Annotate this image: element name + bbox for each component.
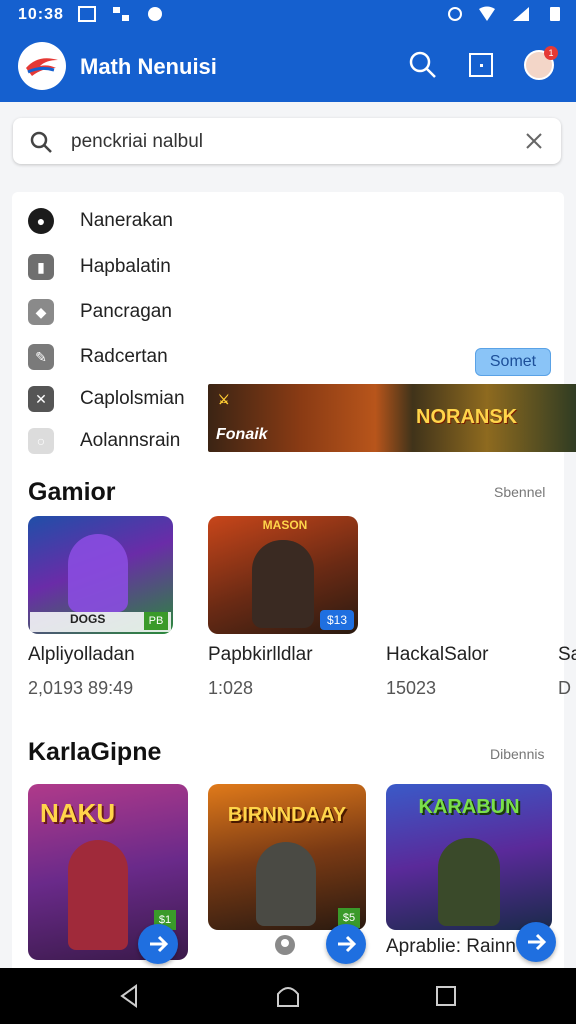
game-sub: 15023	[386, 678, 437, 698]
notification-badge: 1	[544, 46, 558, 60]
thumbnail-caption: NAKU	[40, 798, 116, 828]
game-sub: 1:028	[208, 678, 254, 698]
chat-bubble-icon: ●	[28, 208, 54, 234]
banner-logo: ⚔	[218, 392, 230, 407]
back-icon[interactable]	[116, 982, 144, 1010]
image-icon	[78, 6, 96, 22]
promo-banner[interactable]: ⚔ Fonaik NORANSK	[208, 384, 576, 452]
game-thumbnail: MASON $13	[208, 516, 358, 634]
status-time: 10:38	[18, 6, 64, 23]
menu-item-1[interactable]: ● Nanerakan	[28, 206, 228, 236]
add-button[interactable]	[138, 924, 178, 964]
battery-icon	[550, 7, 560, 21]
add-button[interactable]	[516, 922, 556, 962]
menu-item-label: Hapbalatin	[80, 256, 171, 277]
main-content: ● Nanerakan ▮ Hapbalatin ◆ Pancragan ✎ R…	[0, 102, 576, 968]
home-icon[interactable]	[274, 982, 302, 1010]
game-thumbnail: BIRNNDAAY $5	[208, 784, 366, 930]
system-nav-bar	[0, 968, 576, 1024]
thumbnail-caption: MASON	[262, 518, 308, 532]
signal-icon	[513, 7, 529, 21]
section-title: Gamior	[28, 478, 116, 506]
game-name: HackalSalor	[386, 644, 489, 665]
banner-left-text: Fonaik	[216, 426, 268, 443]
arrow-right-icon	[338, 935, 357, 953]
clear-icon[interactable]	[525, 132, 543, 150]
game-thumbnail: KARABUN	[386, 784, 552, 930]
menu-item-label: Radcertan	[80, 346, 168, 367]
menu-item-label: Aolannsrain	[80, 430, 181, 451]
menu-item-5[interactable]: ✕ Caplolsmian	[28, 384, 228, 414]
section-more-link[interactable]: Dibennis	[490, 746, 544, 762]
profile-icon	[275, 935, 295, 955]
main-card: ● Nanerakan ▮ Hapbalatin ◆ Pancragan ✎ R…	[12, 192, 576, 968]
game-name: Alpliyolladan	[28, 644, 135, 665]
app-bar: Math Nenuisi 1	[0, 30, 576, 102]
menu-item-2[interactable]: ▮ Hapbalatin	[28, 252, 228, 282]
add-button[interactable]	[326, 924, 366, 964]
status-bar: 10:38	[0, 0, 576, 30]
price-badge: $13	[320, 610, 354, 630]
thumbnail-caption: BIRNNDAAY	[227, 804, 347, 826]
banner-right-text: NORANSK	[416, 406, 518, 428]
logo-icon	[26, 58, 58, 76]
wifi-icon	[479, 6, 495, 21]
menu-item-4[interactable]: ✎ Radcertan	[28, 342, 228, 372]
search-bar	[13, 118, 561, 164]
game-thumbnail: DOGS PB	[28, 516, 173, 634]
search-icon[interactable]	[408, 50, 438, 80]
avatar[interactable]: 1	[524, 46, 558, 80]
section-title: KarlaGipne	[28, 738, 162, 766]
menu-item-3[interactable]: ◆ Pancragan	[28, 297, 228, 327]
thumbnail-caption: KARABUN	[418, 796, 520, 818]
game-name: Papbkirlldlar	[208, 644, 313, 665]
close-icon: ✕	[28, 386, 54, 412]
game-sub: D	[558, 678, 571, 698]
some-button[interactable]: Somet	[475, 348, 551, 376]
menu-item-label: Nanerakan	[80, 210, 173, 231]
game-name: Sa	[558, 644, 576, 665]
notification-icon	[148, 7, 162, 21]
circle-icon: ○	[28, 428, 54, 454]
arrow-right-icon	[528, 933, 547, 951]
tag-icon: ◆	[28, 299, 54, 325]
recents-icon[interactable]	[432, 982, 460, 1010]
arrow-right-icon	[150, 935, 169, 953]
bookmark-icon: ▮	[28, 254, 54, 280]
leaf-icon: ✎	[28, 344, 54, 370]
section-more-link[interactable]: Sbennel	[494, 484, 545, 500]
grid-icon	[113, 7, 129, 21]
app-logo[interactable]	[18, 42, 66, 90]
search-icon[interactable]	[29, 130, 53, 154]
app-title: Math Nenuisi	[80, 54, 217, 79]
window-icon[interactable]	[466, 50, 496, 80]
menu-item-label: Caplolsmian	[80, 388, 185, 409]
alarm-icon	[448, 7, 462, 21]
menu-item-6[interactable]: ○ Aolannsrain	[28, 426, 228, 456]
search-input[interactable]	[69, 126, 513, 158]
price-badge: PB	[144, 612, 168, 630]
game-sub: 2,0193 89:49	[28, 678, 134, 698]
game-name: Aprablie: Rainn	[386, 936, 516, 957]
menu-item-label: Pancragan	[80, 301, 172, 322]
